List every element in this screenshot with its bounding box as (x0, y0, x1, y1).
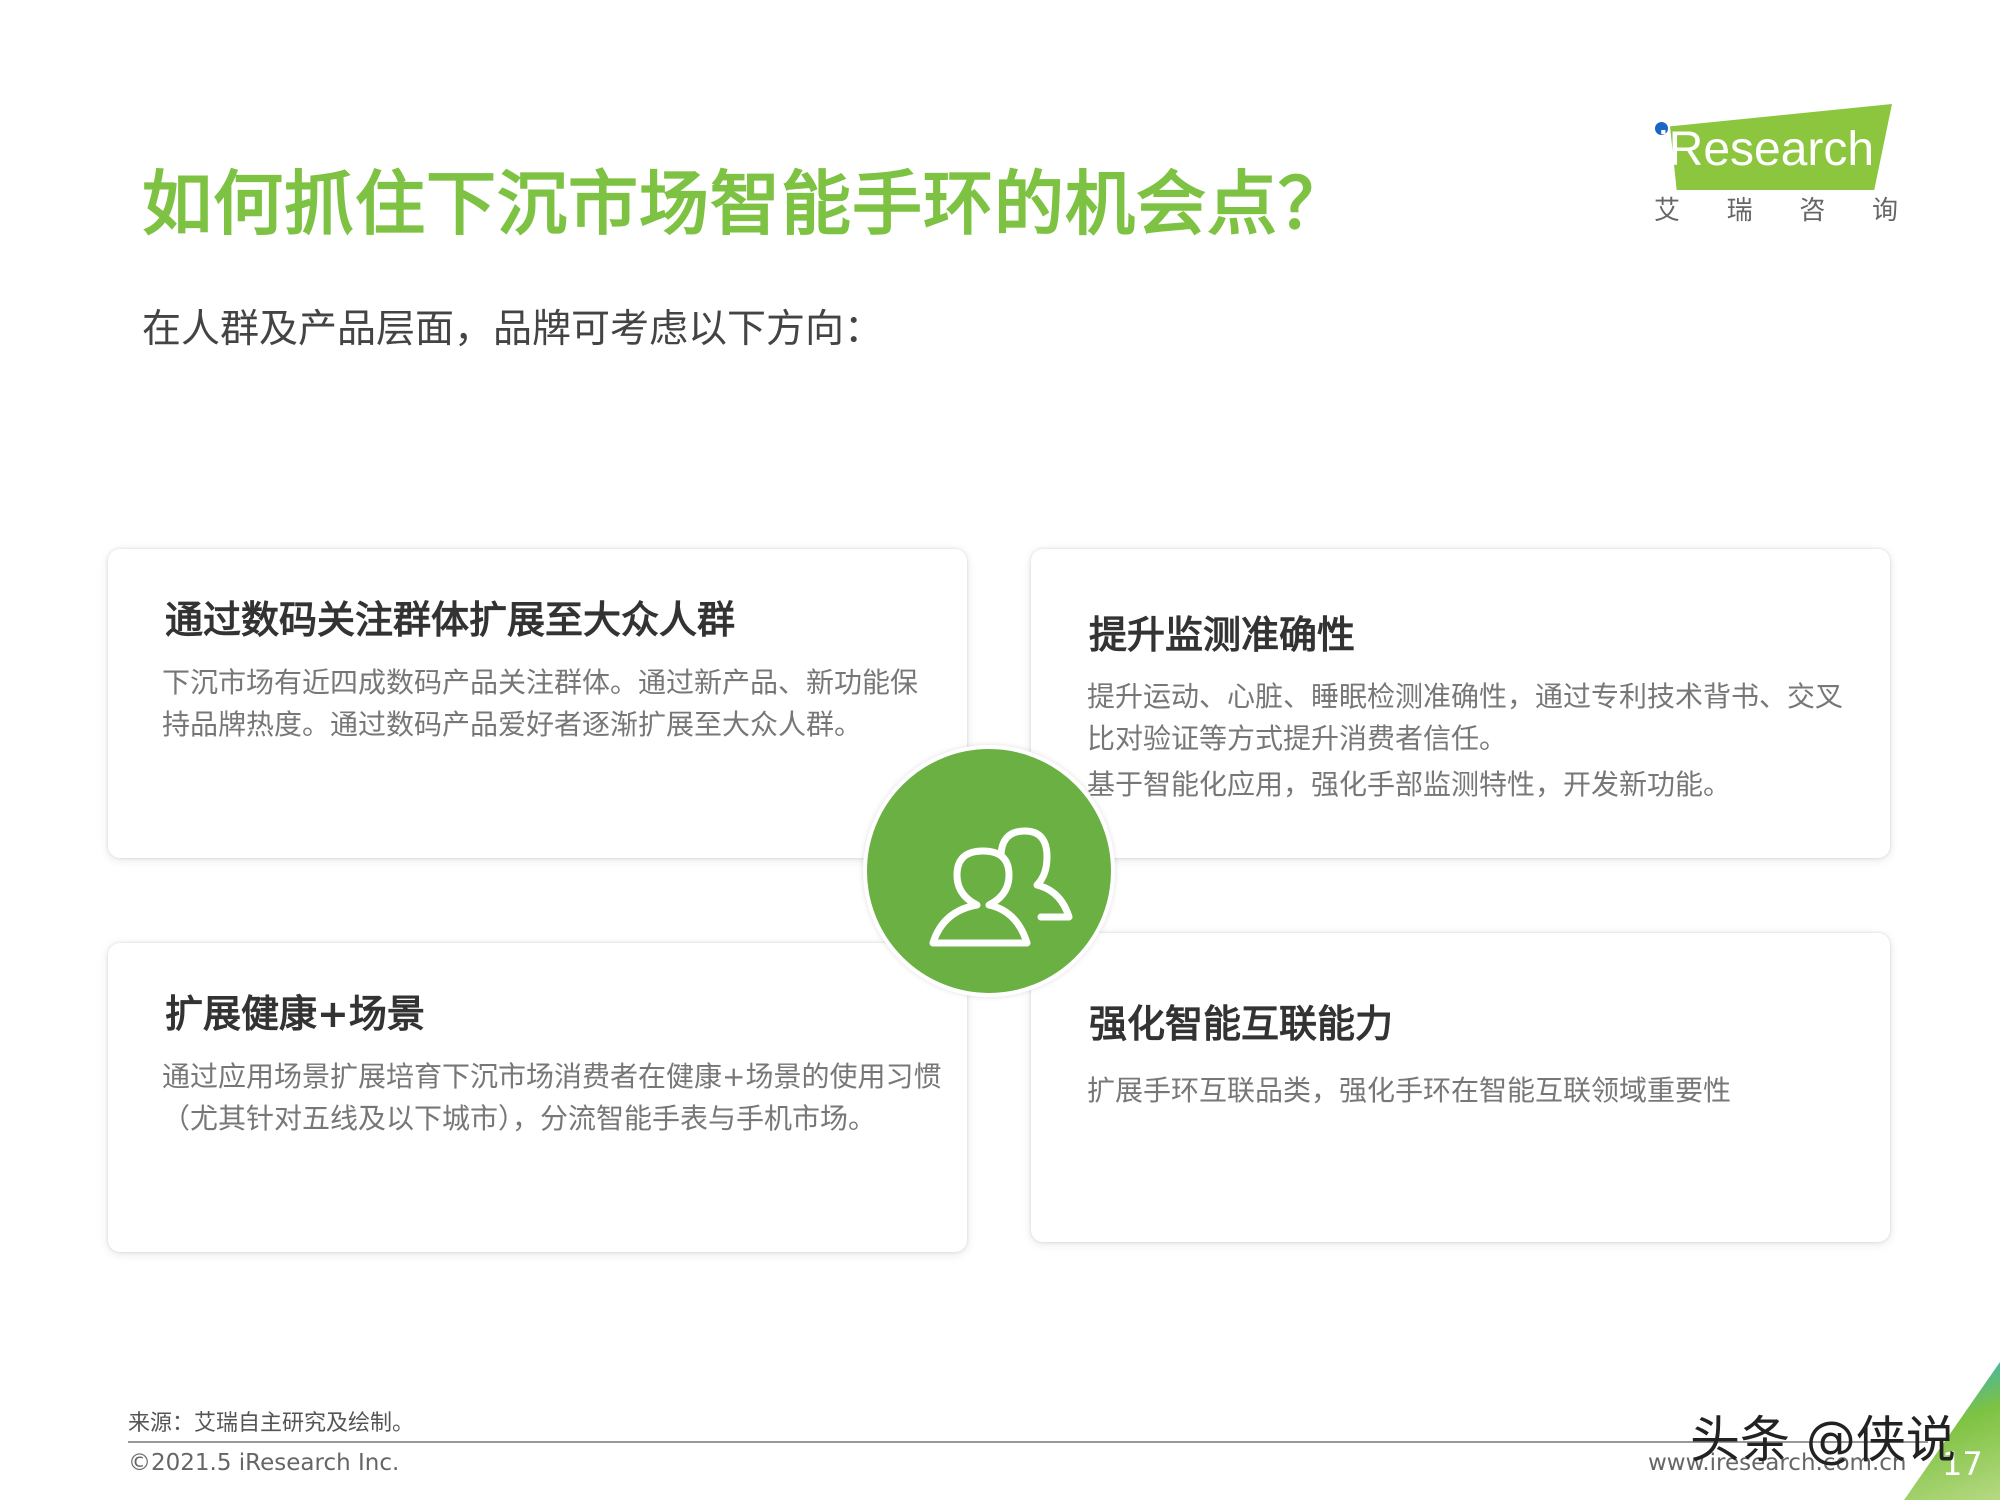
copyright: ©2021.5 iResearch Inc. (128, 1450, 400, 1476)
card-body: 通过应用场景扩展培育下沉市场消费者在健康+场景的使用习惯（尤其针对五线及以下城市… (162, 1056, 942, 1140)
logo-char: 咨 (1799, 196, 1826, 226)
card-text: 提升运动、心脏、睡眠检测准确性，通过专利技术背书、交叉比对验证等方式提升消费者信… (1087, 680, 1844, 755)
card-health-scenarios: 扩展健康+场景 通过应用场景扩展培育下沉市场消费者在健康+场景的使用习惯（尤其针… (108, 943, 967, 1252)
card-body: 下沉市场有近四成数码产品关注群体。通过新产品、新功能保持品牌热度。通过数码产品爱… (162, 662, 942, 746)
iresearch-logo: iResearch 艾 瑞 咨 询 (1650, 104, 1900, 234)
card-text: 通过应用场景扩展培育下沉市场消费者在健康+场景的使用习惯（尤其针对五线及以下城市… (162, 1060, 942, 1135)
center-circle (863, 745, 1115, 997)
card-title: 强化智能互联能力 (1089, 1002, 1394, 1046)
logo-char: 询 (1871, 196, 1898, 226)
card-digital-audience: 通过数码关注群体扩展至大众人群 下沉市场有近四成数码产品关注群体。通过新产品、新… (108, 549, 967, 858)
footer-divider (128, 1441, 1928, 1443)
card-text: 基于智能化应用，强化手部监测特性，开发新功能。 (1087, 768, 1732, 801)
page-title: 如何抓住下沉市场智能手环的机会点？ (142, 163, 1349, 245)
logo-chinese-name: 艾 瑞 咨 询 (1654, 190, 1898, 227)
card-text: 扩展手环互联品类，强化手环在智能互联领域重要性 (1087, 1074, 1732, 1107)
source-note: 来源：艾瑞自主研究及绘制。 (128, 1411, 415, 1436)
logo-char: 瑞 (1726, 196, 1753, 226)
card-title: 扩展健康+场景 (165, 992, 425, 1036)
watermark: 头条 @侠说 (1690, 1411, 1956, 1469)
card-body: 扩展手环互联品类，强化手环在智能互联领域重要性 (1087, 1070, 1857, 1112)
card-smart-connectivity: 强化智能互联能力 扩展手环互联品类，强化手环在智能互联领域重要性 (1031, 933, 1890, 1242)
page-subtitle: 在人群及产品层面，品牌可考虑以下方向： (142, 307, 884, 352)
card-title: 通过数码关注群体扩展至大众人群 (165, 598, 736, 642)
logo-char: 艾 (1654, 196, 1681, 226)
card-body: 提升运动、心脏、睡眠检测准确性，通过专利技术背书、交叉比对验证等方式提升消费者信… (1087, 676, 1857, 806)
users-icon (929, 827, 1073, 947)
card-monitoring-accuracy: 提升监测准确性 提升运动、心脏、睡眠检测准确性，通过专利技术背书、交叉比对验证等… (1031, 549, 1890, 858)
card-title: 提升监测准确性 (1089, 613, 1356, 657)
card-text: 下沉市场有近四成数码产品关注群体。通过新产品、新功能保持品牌热度。通过数码产品爱… (162, 666, 919, 741)
logo-brand-text: iResearch (1658, 123, 1875, 176)
